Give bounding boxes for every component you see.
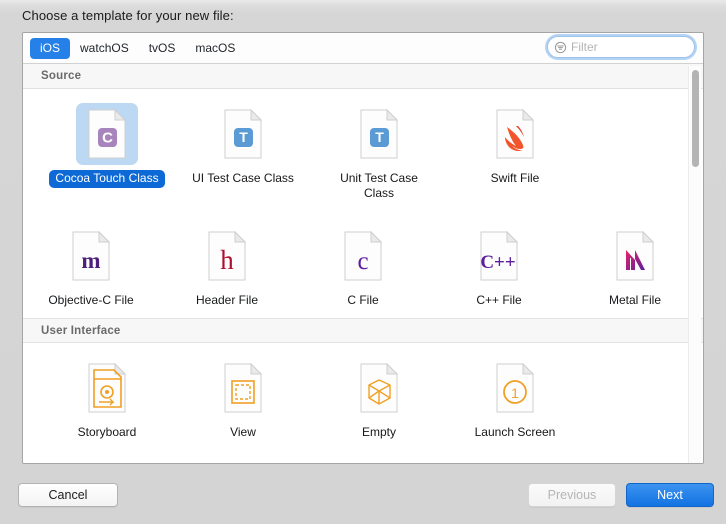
- svg-text:h: h: [220, 245, 234, 275]
- objective-c-file-icon: m: [69, 230, 113, 282]
- icon-container: m: [60, 225, 122, 287]
- template-item-unit-test-case-class[interactable]: T Unit Test Case Class: [311, 89, 447, 211]
- scrollbar-thumb[interactable]: [692, 70, 699, 167]
- template-item-cocoa-touch-class[interactable]: C Cocoa Touch Class: [39, 89, 175, 211]
- empty-icon: [357, 362, 401, 414]
- section-header-user-interface: User Interface: [23, 318, 703, 343]
- template-item-label: Cocoa Touch Class: [49, 170, 164, 188]
- template-item-label: Metal File: [603, 292, 667, 310]
- template-item-swift-file[interactable]: Swift File: [447, 89, 583, 211]
- header-file-icon: h: [205, 230, 249, 282]
- template-item-label: Unit Test Case Class: [319, 170, 439, 203]
- section-header-source: Source: [23, 64, 703, 89]
- svg-text:C: C: [102, 130, 113, 147]
- launch-screen-icon: 1: [493, 362, 537, 414]
- tab-macos[interactable]: macOS: [185, 38, 245, 59]
- template-item-label: View: [224, 424, 262, 442]
- template-item-label: Swift File: [485, 170, 546, 188]
- filter-lines-circle-icon: [554, 41, 567, 54]
- view-icon: [221, 362, 265, 414]
- template-item-metal-file[interactable]: Metal File: [567, 211, 703, 318]
- svg-text:c: c: [357, 248, 368, 275]
- c-file-icon: c: [341, 230, 385, 282]
- template-item-c-file[interactable]: c C File: [295, 211, 431, 318]
- template-item-label: Empty: [356, 424, 402, 442]
- template-item-label: Objective-C File: [42, 292, 139, 310]
- template-item-label: Storyboard: [72, 424, 143, 442]
- source-template-grid: C Cocoa Touch Class T UI Test: [23, 89, 703, 318]
- icon-container: [348, 357, 410, 419]
- template-item-label: C++ File: [470, 292, 527, 310]
- filter-input[interactable]: [571, 40, 689, 54]
- icon-container: [76, 357, 138, 419]
- template-browser-panel: iOS watchOS tvOS macOS Source: [22, 32, 704, 464]
- template-item-view[interactable]: View: [175, 343, 311, 450]
- icon-container: C++: [468, 225, 530, 287]
- icon-container: [484, 103, 546, 165]
- template-item-ui-test-case-class[interactable]: T UI Test Case Class: [175, 89, 311, 211]
- icon-container: [604, 225, 666, 287]
- icon-container: [212, 357, 274, 419]
- template-item-empty[interactable]: Empty: [311, 343, 447, 450]
- template-item-label: UI Test Case Class: [186, 170, 300, 188]
- previous-button[interactable]: Previous: [528, 483, 616, 507]
- next-button[interactable]: Next: [626, 483, 714, 507]
- vertical-scrollbar[interactable]: [688, 66, 701, 463]
- cpp-file-icon: C++: [477, 230, 521, 282]
- svg-text:T: T: [239, 129, 248, 145]
- svg-text:T: T: [375, 129, 384, 145]
- template-item-label: Header File: [190, 292, 264, 310]
- icon-container: h: [196, 225, 258, 287]
- user-interface-template-grid: Storyboard View: [23, 343, 703, 450]
- template-item-launch-screen[interactable]: 1 Launch Screen: [447, 343, 583, 450]
- template-item-header-file[interactable]: h Header File: [159, 211, 295, 318]
- icon-container: c: [332, 225, 394, 287]
- template-item-cpp-file[interactable]: C++ C++ File: [431, 211, 567, 318]
- template-scroll-area[interactable]: Source C Cocoa Touch Class: [23, 64, 703, 463]
- template-item-label: Launch Screen: [469, 424, 562, 442]
- template-item-storyboard[interactable]: Storyboard: [39, 343, 175, 450]
- cocoa-touch-class-icon: C: [85, 108, 129, 160]
- svg-text:m: m: [81, 248, 100, 273]
- filter-field[interactable]: [547, 36, 695, 58]
- icon-container: 1: [484, 357, 546, 419]
- tab-ios[interactable]: iOS: [30, 38, 70, 59]
- icon-container: T: [348, 103, 410, 165]
- swift-file-icon: [493, 108, 537, 160]
- new-file-template-dialog: Choose a template for your new file: iOS…: [0, 0, 726, 524]
- icon-container: C: [76, 103, 138, 165]
- tab-tvos[interactable]: tvOS: [139, 38, 186, 59]
- page-title: Choose a template for your new file:: [22, 8, 234, 23]
- cancel-button[interactable]: Cancel: [18, 483, 118, 507]
- svg-text:C++: C++: [480, 252, 515, 273]
- tab-watchos[interactable]: watchOS: [70, 38, 139, 59]
- platform-tabs: iOS watchOS tvOS macOS: [30, 38, 245, 59]
- template-item-objective-c-file[interactable]: m Objective-C File: [23, 211, 159, 318]
- ui-test-case-class-icon: T: [221, 108, 265, 160]
- platform-tab-bar: iOS watchOS tvOS macOS: [23, 33, 703, 64]
- storyboard-icon: [85, 362, 129, 414]
- svg-text:1: 1: [511, 385, 519, 401]
- metal-file-icon: [613, 230, 657, 282]
- unit-test-case-class-icon: T: [357, 108, 401, 160]
- icon-container: T: [212, 103, 274, 165]
- template-item-label: C File: [341, 292, 384, 310]
